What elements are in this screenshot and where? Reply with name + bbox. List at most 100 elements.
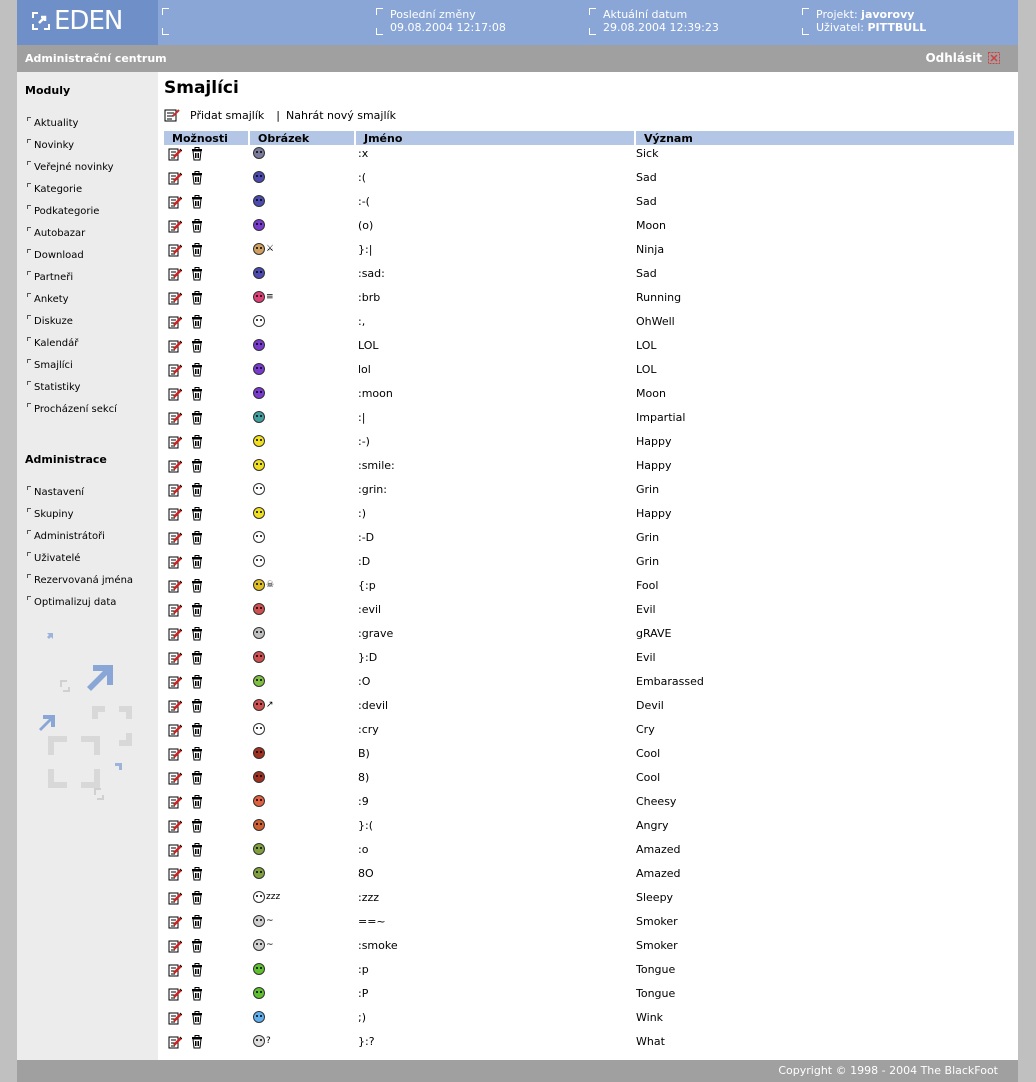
trash-icon[interactable] — [190, 843, 204, 857]
sidebar-module-item[interactable]: Statistiky — [27, 375, 117, 397]
trash-icon[interactable] — [190, 555, 204, 569]
trash-icon[interactable] — [190, 819, 204, 833]
edit-icon[interactable] — [168, 987, 183, 1001]
edit-icon[interactable] — [168, 699, 183, 713]
edit-icon[interactable] — [168, 963, 183, 977]
trash-icon[interactable] — [190, 747, 204, 761]
sidebar-module-item[interactable]: Partneři — [27, 265, 117, 287]
edit-icon[interactable] — [168, 171, 183, 185]
edit-icon[interactable] — [168, 771, 183, 785]
sidebar-module-item[interactable]: Novinky — [27, 133, 117, 155]
sidebar-admin-item[interactable]: Administrátoři — [27, 524, 133, 546]
trash-icon[interactable] — [190, 171, 204, 185]
edit-icon[interactable] — [168, 675, 183, 689]
sidebar-admin-item[interactable]: Uživatelé — [27, 546, 133, 568]
sidebar-admin-item[interactable]: Rezervovaná jména — [27, 568, 133, 590]
edit-icon[interactable] — [168, 483, 183, 497]
trash-icon[interactable] — [190, 147, 204, 161]
trash-icon[interactable] — [190, 315, 204, 329]
edit-icon[interactable] — [168, 531, 183, 545]
sidebar-module-item[interactable]: Diskuze — [27, 309, 117, 331]
edit-icon[interactable] — [168, 195, 183, 209]
edit-icon[interactable] — [168, 219, 183, 233]
edit-icon[interactable] — [168, 579, 183, 593]
sidebar-module-item[interactable]: Ankety — [27, 287, 117, 309]
trash-icon[interactable] — [190, 987, 204, 1001]
sidebar-module-item[interactable]: Autobazar — [27, 221, 117, 243]
column-header-name[interactable]: Jméno — [356, 131, 634, 145]
edit-icon[interactable] — [168, 819, 183, 833]
sidebar-admin-item[interactable]: Nastavení — [27, 480, 133, 502]
edit-icon[interactable] — [168, 843, 183, 857]
sidebar-module-item[interactable]: Podkategorie — [27, 199, 117, 221]
trash-icon[interactable] — [190, 243, 204, 257]
edit-icon[interactable] — [168, 555, 183, 569]
edit-icon[interactable] — [168, 867, 183, 881]
add-smiley-icon[interactable] — [164, 108, 180, 122]
sidebar-module-item[interactable]: Aktuality — [27, 111, 117, 133]
edit-icon[interactable] — [168, 387, 183, 401]
trash-icon[interactable] — [190, 1035, 204, 1049]
sidebar-module-item[interactable]: Kategorie — [27, 177, 117, 199]
trash-icon[interactable] — [190, 291, 204, 305]
sidebar-module-item[interactable]: Kalendář — [27, 331, 117, 353]
trash-icon[interactable] — [190, 627, 204, 641]
trash-icon[interactable] — [190, 867, 204, 881]
edit-icon[interactable] — [168, 747, 183, 761]
sidebar-module-item[interactable]: Smajlíci — [27, 353, 117, 375]
edit-icon[interactable] — [168, 627, 183, 641]
trash-icon[interactable] — [190, 675, 204, 689]
trash-icon[interactable] — [190, 1011, 204, 1025]
trash-icon[interactable] — [190, 651, 204, 665]
trash-icon[interactable] — [190, 411, 204, 425]
add-smiley-link[interactable]: Přidat smajlík — [190, 109, 264, 122]
edit-icon[interactable] — [168, 435, 183, 449]
edit-icon[interactable] — [168, 291, 183, 305]
edit-icon[interactable] — [168, 939, 183, 953]
eden-logo[interactable]: EDEN — [17, 0, 158, 45]
edit-icon[interactable] — [168, 507, 183, 521]
edit-icon[interactable] — [168, 795, 183, 809]
trash-icon[interactable] — [190, 195, 204, 209]
sidebar-module-item[interactable]: Veřejné novinky — [27, 155, 117, 177]
edit-icon[interactable] — [168, 603, 183, 617]
trash-icon[interactable] — [190, 459, 204, 473]
edit-icon[interactable] — [168, 915, 183, 929]
trash-icon[interactable] — [190, 507, 204, 521]
column-header-meaning[interactable]: Význam — [636, 131, 1014, 145]
edit-icon[interactable] — [168, 723, 183, 737]
column-header-image[interactable]: Obrázek — [250, 131, 354, 145]
logout-button[interactable]: Odhlásit — [925, 51, 1000, 65]
trash-icon[interactable] — [190, 531, 204, 545]
trash-icon[interactable] — [190, 603, 204, 617]
edit-icon[interactable] — [168, 315, 183, 329]
edit-icon[interactable] — [168, 411, 183, 425]
trash-icon[interactable] — [190, 387, 204, 401]
edit-icon[interactable] — [168, 459, 183, 473]
trash-icon[interactable] — [190, 267, 204, 281]
trash-icon[interactable] — [190, 891, 204, 905]
edit-icon[interactable] — [168, 1011, 183, 1025]
trash-icon[interactable] — [190, 723, 204, 737]
trash-icon[interactable] — [190, 963, 204, 977]
trash-icon[interactable] — [190, 435, 204, 449]
edit-icon[interactable] — [168, 339, 183, 353]
trash-icon[interactable] — [190, 771, 204, 785]
column-header-options[interactable]: Možnosti — [164, 131, 248, 145]
edit-icon[interactable] — [168, 891, 183, 905]
edit-icon[interactable] — [168, 243, 183, 257]
trash-icon[interactable] — [190, 483, 204, 497]
trash-icon[interactable] — [190, 579, 204, 593]
edit-icon[interactable] — [168, 363, 183, 377]
upload-smiley-link[interactable]: Nahrát nový smajlík — [286, 109, 396, 122]
edit-icon[interactable] — [168, 267, 183, 281]
trash-icon[interactable] — [190, 939, 204, 953]
trash-icon[interactable] — [190, 219, 204, 233]
trash-icon[interactable] — [190, 795, 204, 809]
edit-icon[interactable] — [168, 1035, 183, 1049]
sidebar-admin-item[interactable]: Skupiny — [27, 502, 133, 524]
sidebar-admin-item[interactable]: Optimalizuj data — [27, 590, 133, 612]
trash-icon[interactable] — [190, 915, 204, 929]
edit-icon[interactable] — [168, 651, 183, 665]
edit-icon[interactable] — [168, 147, 183, 161]
